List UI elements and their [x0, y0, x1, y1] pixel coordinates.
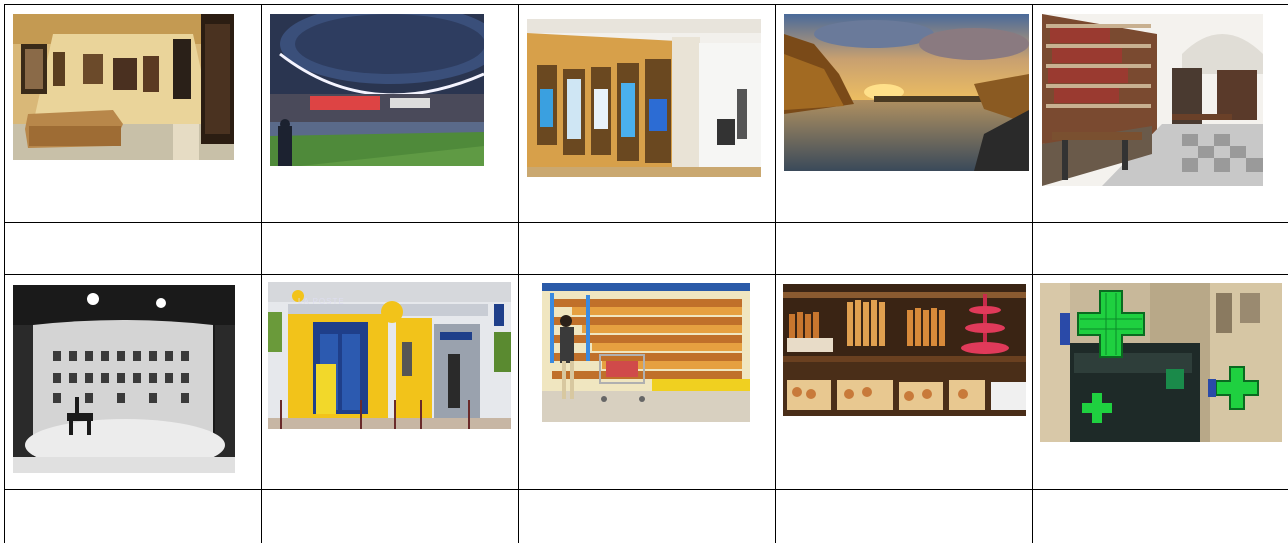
- stadium-image: [270, 14, 484, 166]
- river-sunset-image: [784, 14, 1029, 171]
- empty-cell: [1033, 223, 1288, 274]
- empty-cell: [776, 223, 1032, 274]
- mall-kiosks-image: [527, 19, 761, 177]
- theater-stage-image: [13, 285, 235, 473]
- bakery-image: [783, 284, 1026, 416]
- table-border: [4, 274, 1288, 275]
- empty-cell: [519, 223, 775, 274]
- empty-cell: [519, 490, 775, 543]
- picture-table: LA POSTE: [0, 0, 1288, 543]
- museum-gallery-image: [13, 14, 234, 160]
- table-border: [4, 4, 1288, 5]
- empty-cell: [262, 223, 518, 274]
- post-office-sign: LA POSTE: [298, 297, 345, 306]
- supermarket-aisle-image: [542, 283, 750, 422]
- post-office-image: LA POSTE: [268, 282, 511, 429]
- empty-cell: [5, 490, 261, 543]
- empty-cell: [5, 223, 261, 274]
- empty-cell: [776, 490, 1032, 543]
- empty-cell: [1033, 490, 1288, 543]
- pharmacy-cross-image: [1040, 283, 1282, 442]
- empty-cell: [262, 490, 518, 543]
- library-image: [1042, 14, 1263, 186]
